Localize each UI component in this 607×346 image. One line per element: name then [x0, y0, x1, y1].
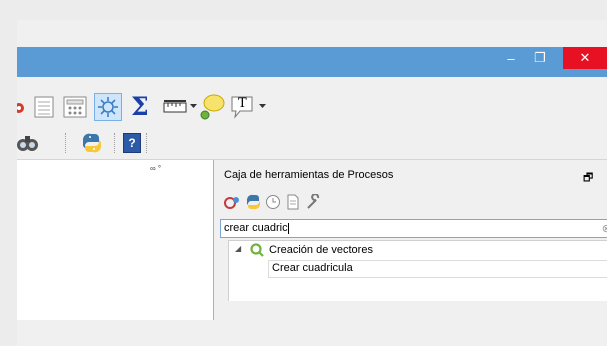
tree-group-row[interactable]: ◢ Creación de vectores — [229, 241, 607, 259]
toolbar-separator — [114, 133, 115, 153]
python-scripts-icon[interactable] — [245, 194, 263, 210]
maximize-icon: ❐ — [534, 50, 546, 65]
maximize-button[interactable]: ❐ — [527, 47, 553, 69]
search-input[interactable]: crear cuadric ⊗ — [220, 219, 607, 238]
close-icon: ✕ — [579, 50, 591, 65]
python-console-icon[interactable] — [81, 132, 103, 154]
processing-toolbox-button[interactable] — [94, 93, 122, 121]
binoculars-icon[interactable] — [17, 133, 39, 153]
algorithm-tree: ◢ Creación de vectores Crear cuadricula — [228, 240, 607, 301]
options-wrench-icon[interactable] — [305, 194, 323, 210]
history-clock-icon[interactable] — [265, 194, 283, 210]
clear-search-icon[interactable]: ⊗ — [602, 222, 607, 235]
processing-gear-icon — [98, 97, 118, 117]
minimize-icon: – — [507, 50, 515, 66]
text-cursor — [287, 222, 289, 234]
tree-item-label: Crear cuadricula — [272, 262, 353, 274]
map-tips-icon[interactable] — [199, 94, 225, 122]
processing-models-icon[interactable] — [223, 194, 241, 210]
toolbar-separator — [146, 133, 147, 153]
search-value: crear cuadric — [224, 222, 288, 234]
measure-dropdown-icon[interactable] — [190, 104, 198, 110]
tree-group-label: Creación de vectores — [269, 244, 373, 256]
toolbar-row-1: Σ T — [17, 91, 607, 127]
statistics-sum-button[interactable]: Σ — [131, 92, 149, 121]
toolbar-row-2: ? — [17, 127, 607, 160]
qgis-logo-icon — [250, 243, 264, 257]
help-book-icon[interactable]: ? — [123, 133, 141, 153]
minimize-button[interactable]: – — [499, 47, 523, 69]
qgis-window: – ❐ ✕ Σ T ? ∞ ° Caja de herramientas de … — [17, 20, 607, 346]
float-panel-icon[interactable]: 🗗 — [583, 169, 593, 188]
annotation-dropdown-icon[interactable] — [259, 104, 267, 110]
layers-pane[interactable]: ∞ ° — [17, 160, 213, 320]
results-document-icon[interactable] — [285, 194, 303, 210]
pane-corner-icons: ∞ ° — [150, 164, 162, 173]
collapse-arrow-icon[interactable]: ◢ — [235, 244, 241, 253]
title-bar: – ❐ ✕ — [17, 47, 607, 77]
attribute-table-icon[interactable] — [34, 96, 54, 118]
red-tool-icon[interactable] — [17, 100, 26, 116]
tree-item-row[interactable]: Crear cuadricula — [268, 260, 607, 278]
close-button[interactable]: ✕ — [563, 47, 607, 69]
text-annotation-label: T — [238, 96, 247, 111]
panel-title: Caja de herramientas de Procesos — [224, 169, 394, 181]
toolbar-separator — [65, 133, 66, 153]
measure-ruler-icon[interactable] — [163, 100, 189, 114]
processing-toolbox-panel: Caja de herramientas de Procesos 🗗 crear… — [217, 160, 607, 320]
field-calculator-icon[interactable] — [63, 96, 87, 118]
